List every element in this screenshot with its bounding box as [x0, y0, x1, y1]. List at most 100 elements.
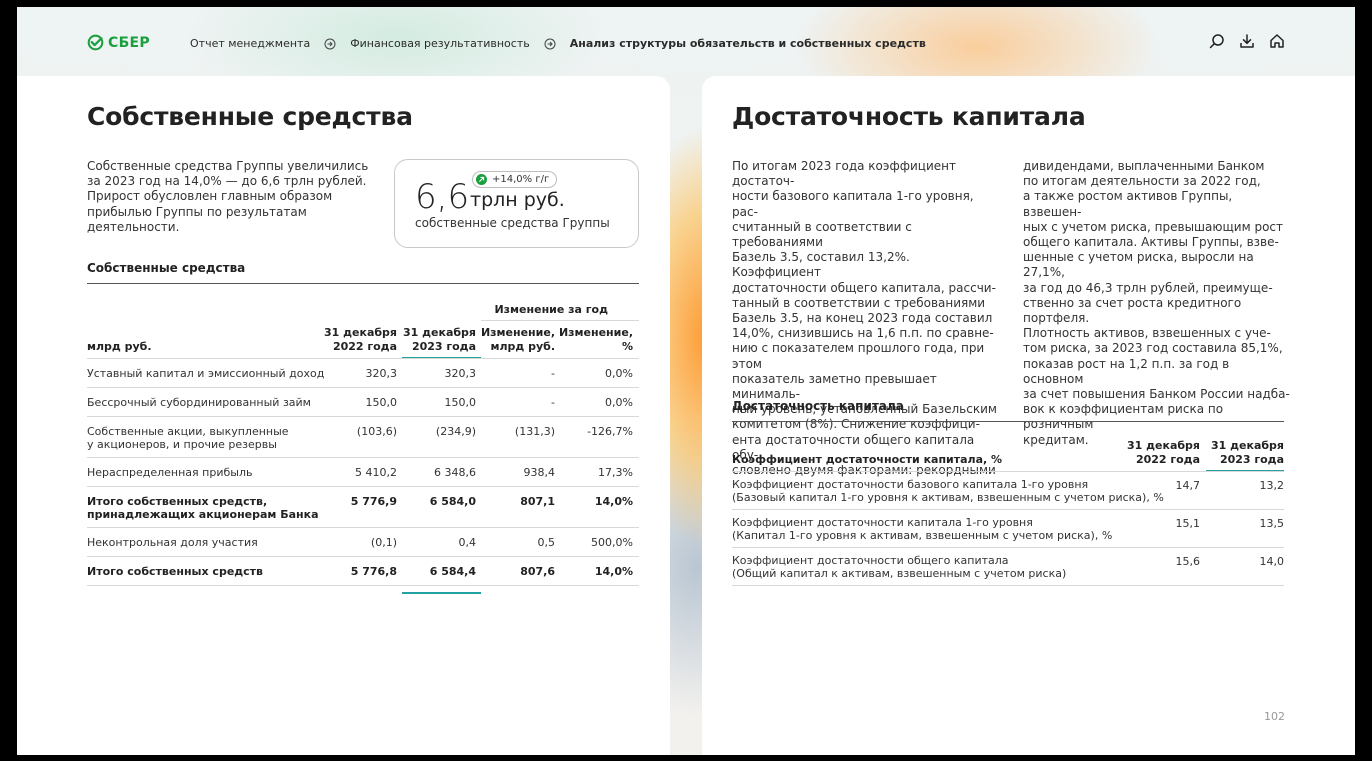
paragraph-line: по итогам деятельности за 2022 год, — [1023, 174, 1261, 189]
breadcrumb-item-financial-results[interactable]: Финансовая результативность — [350, 37, 530, 50]
capital-title: Достаточность капитала — [732, 102, 1086, 131]
growth-badge: +14,0% г/г — [472, 171, 558, 188]
row-value: - — [551, 367, 555, 380]
col-header-line: Изменение, — [558, 326, 633, 339]
col-header-line: 31 декабря — [1211, 439, 1284, 452]
table-row: Неконтрольная доля участия (0,1) 0,4 0,5 500… — [87, 528, 639, 557]
table-row: Коэффициент достаточности общего капитал… — [732, 548, 1284, 586]
row-label-line: Коэффициент достаточности базового капит… — [732, 478, 1089, 491]
row-label-line: Коэффициент достаточности капитала 1-го … — [732, 516, 1033, 529]
row-value: 13,2 — [1259, 479, 1285, 492]
kpi-label: собственные средства Группы — [415, 216, 610, 230]
paragraph-line: Базель 3.5, на конец 2023 года составил — [732, 311, 993, 326]
intro-line: Собственные средства Группы увеличились — [87, 159, 369, 173]
row-value: 17,3% — [598, 466, 633, 479]
top-actions — [1209, 33, 1285, 49]
row-value: 5 410,2 — [355, 466, 397, 479]
row-value: 0,5 — [537, 536, 556, 549]
breadcrumb-item-management-report[interactable]: Отчет менеджмента — [190, 37, 310, 50]
col-header-line: % — [621, 340, 633, 353]
col-header-line: 31 декабря — [1127, 439, 1200, 452]
table-row: Нераспределенная прибыль 5 410,2 6 348,6 93… — [87, 458, 639, 487]
paragraph-line: а также ростом активов Группы, взвешен- — [1023, 189, 1233, 219]
row-value: 6 584,4 — [429, 565, 476, 578]
row-value: 14,0% — [594, 495, 633, 508]
col-header-line: 2022 года — [1135, 453, 1200, 466]
paragraph-line: том риска, за 2023 год составила 85,1%, — [1023, 341, 1283, 356]
paragraph-line: Базель 3.5, составил 13,2%. Коэффициент — [732, 250, 910, 280]
top-bar: СБЕР Отчет менеджмента Финансовая резуль… — [17, 7, 1355, 77]
row-label-line: Собственные акции, выкупленные — [87, 425, 289, 438]
row-label: Итого собственных средств, принадлежащих … — [87, 495, 319, 521]
paragraph-line: достаточности общего капитала, рассчи- — [732, 280, 996, 295]
intro-line: прибылью Группы по результатам — [87, 204, 307, 219]
table-row: Коэффициент достаточности базового капит… — [732, 472, 1284, 510]
row-value: 320,3 — [444, 367, 477, 380]
table-top-rule — [732, 421, 1284, 422]
row-value: 807,6 — [520, 565, 555, 578]
row-value: -126,7% — [587, 425, 633, 438]
row-label-line: Итого собственных средств, — [87, 495, 268, 508]
row-value: - — [551, 396, 555, 409]
arrow-right-circle-icon — [544, 38, 556, 50]
arrow-up-right-icon — [476, 174, 487, 185]
paragraph-line: нию с показателем прошлого года, при это… — [732, 341, 985, 371]
paragraph-line: показав рост на 1,2 п.п. за год в основн… — [1023, 356, 1230, 386]
row-value: 15,1 — [1175, 517, 1201, 530]
paragraph-line: По итогам 2023 года коэффициент достаточ… — [732, 159, 956, 189]
paragraph-line: ственно за счет роста кредитного портфел… — [1023, 295, 1242, 326]
table-row: Собственные акции, выкупленные у акционер… — [87, 417, 639, 458]
row-value: 938,4 — [523, 466, 556, 479]
col-header-line: 2022 года — [332, 340, 397, 353]
row-value: 14,0 — [1259, 555, 1285, 568]
row-label: Бессрочный субординированный займ — [87, 396, 311, 409]
row-label-line: Уставный капитал и эмиссионный доход — [87, 367, 325, 380]
row-label-line: (Базовый капитал 1-го уровня к активам, … — [732, 490, 1164, 504]
table-row: Коэффициент достаточности капитала 1-го … — [732, 510, 1284, 548]
row-label: Коэффициент достаточности базового капит… — [732, 478, 1164, 504]
row-value: 6 348,6 — [434, 466, 476, 479]
row-label-line: у акционеров, и прочие резервы — [87, 438, 277, 451]
col-header-2023: 31 декабря 2023 года — [403, 326, 476, 354]
row-value: 0,0% — [605, 367, 633, 380]
col-header-line: 2023 года — [1219, 453, 1284, 466]
col-header-2023: 31 декабря 2023 года — [1211, 439, 1284, 467]
row-value: 500,0% — [591, 536, 633, 549]
row-value: 5 776,8 — [350, 565, 397, 578]
sber-logo[interactable]: СБЕР — [87, 34, 150, 51]
table-row: Итого собственных средств 5 776,8 6 584,4 8… — [87, 557, 639, 586]
logo-text: СБЕР — [108, 34, 150, 51]
row-value: 13,5 — [1259, 517, 1285, 530]
row-value: 14,0% — [594, 565, 633, 578]
paragraph-line: ности базового капитала 1-го уровня, рас… — [732, 189, 974, 219]
row-label: Уставный капитал и эмиссионный доход — [87, 367, 324, 380]
row-label-line: Бессрочный субординированный займ — [87, 396, 311, 409]
row-value: 807,1 — [520, 495, 555, 508]
group-header-rule — [481, 320, 639, 321]
row-value: 6 584,0 — [429, 495, 476, 508]
home-icon[interactable] — [1269, 33, 1285, 49]
sber-logo-icon — [87, 34, 104, 51]
row-label-line: Неконтрольная доля участия — [87, 536, 258, 549]
paragraph-line: за год до 46,3 трлн рублей, преимуще- — [1023, 280, 1273, 295]
paragraph-line: считанный в соответствии с требованиями — [732, 219, 912, 250]
table-row: Бессрочный субординированный займ 150,0 15… — [87, 388, 639, 417]
breadcrumb: Отчет менеджмента Финансовая результатив… — [190, 37, 926, 50]
equity-table: Изменение за год млрд руб. 31 декабря 20… — [87, 283, 639, 663]
breadcrumb-item-current[interactable]: Анализ структуры обязательств и собствен… — [570, 37, 926, 50]
col-header-2022: 31 декабря 2022 года — [1127, 439, 1200, 467]
row-label: Итого собственных средств — [87, 565, 263, 578]
row-label: Нераспределенная прибыль — [87, 466, 252, 479]
row-label-line: (Общий капитал к активам, взвешенным с у… — [732, 566, 1067, 580]
download-icon[interactable] — [1239, 33, 1255, 49]
capital-header-label: Коэффициент достаточности капитала, % — [732, 453, 1003, 466]
row-value: (234,9) — [435, 425, 476, 438]
row-value: 150,0 — [444, 396, 477, 409]
row-label-line: (Капитал 1-го уровня к активам, взвешенн… — [732, 528, 1113, 542]
page-frame: СБЕР Отчет менеджмента Финансовая резуль… — [17, 7, 1355, 755]
search-icon[interactable] — [1209, 33, 1225, 49]
row-label: Коэффициент достаточности общего капитал… — [732, 554, 1067, 580]
equity-table-title: Собственные средства — [87, 261, 246, 275]
paragraph-line: танный в соответствии с требованиями — [732, 295, 986, 310]
paragraph-line: общего капитала. Активы Группы, взве- — [1023, 235, 1279, 250]
